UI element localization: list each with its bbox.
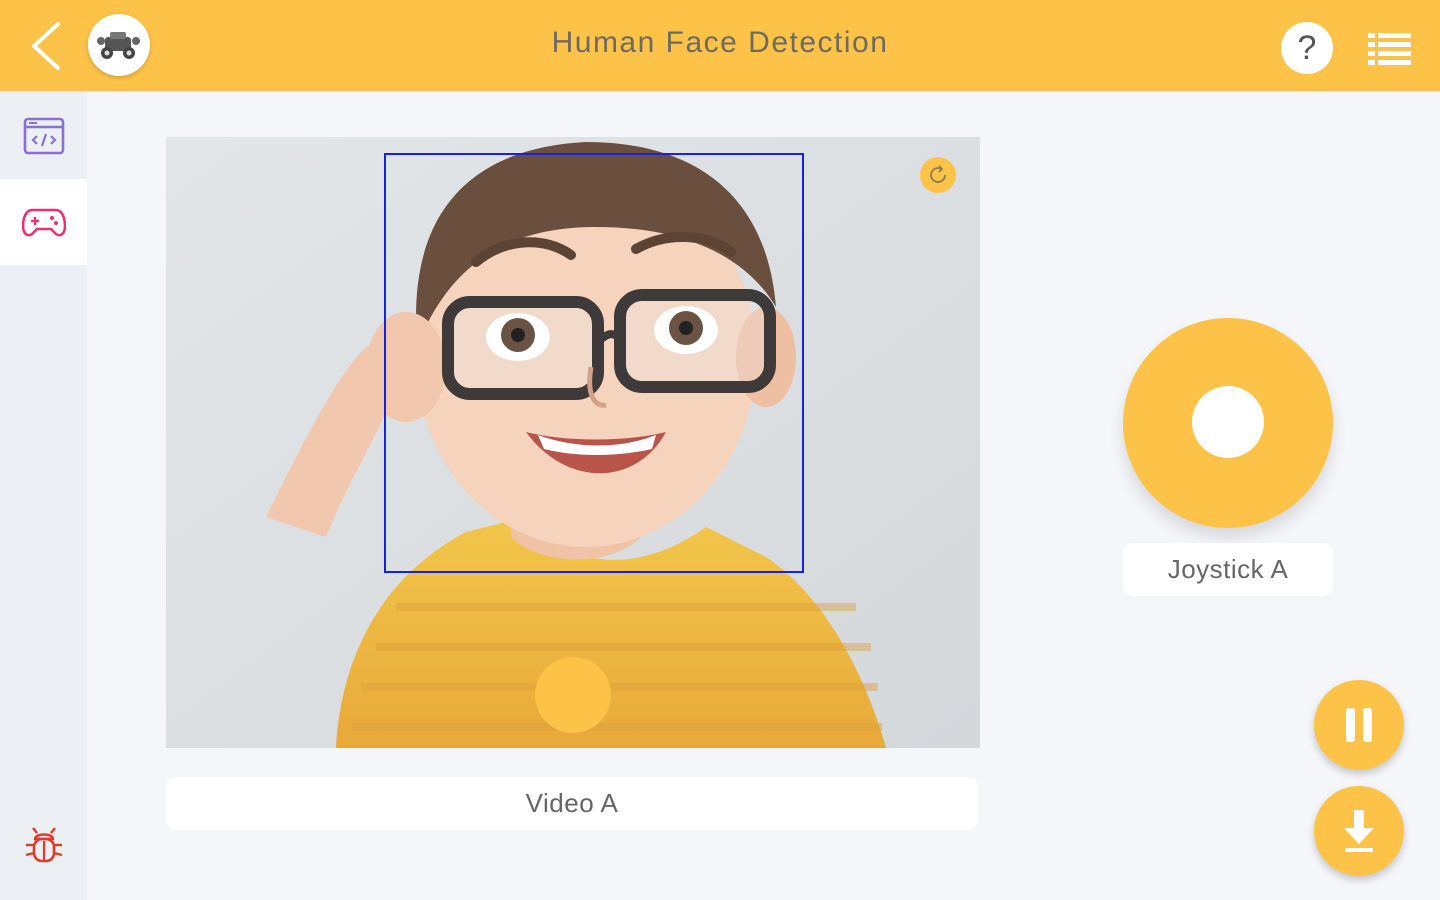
video-feed [166,137,980,748]
page-title: Human Face Detection [551,26,889,59]
face-detection-box [384,153,804,573]
joystick-knob[interactable] [1192,386,1264,458]
pause-icon [1346,708,1372,742]
bug-icon [25,827,62,863]
menu-button[interactable] [1368,31,1412,67]
pause-button[interactable] [1314,680,1404,770]
video-drag-handle[interactable] [535,657,611,733]
joystick-label: Joystick A [1123,543,1333,596]
refresh-icon [930,165,946,183]
joystick-a[interactable] [1123,318,1333,528]
top-bar: Human Face Detection ? [0,0,1440,91]
sidebar [0,91,87,900]
download-icon [1344,810,1374,852]
refresh-button[interactable] [920,157,956,193]
sidebar-item-gamepad[interactable] [0,179,87,265]
help-button[interactable]: ? [1281,22,1333,74]
sidebar-item-code[interactable] [0,93,87,179]
sidebar-item-debug[interactable] [0,803,87,889]
code-window-icon [23,117,64,155]
gamepad-icon [21,208,66,237]
download-button[interactable] [1314,786,1404,876]
video-label: Video A [166,777,978,830]
list-menu-icon [1368,33,1411,65]
